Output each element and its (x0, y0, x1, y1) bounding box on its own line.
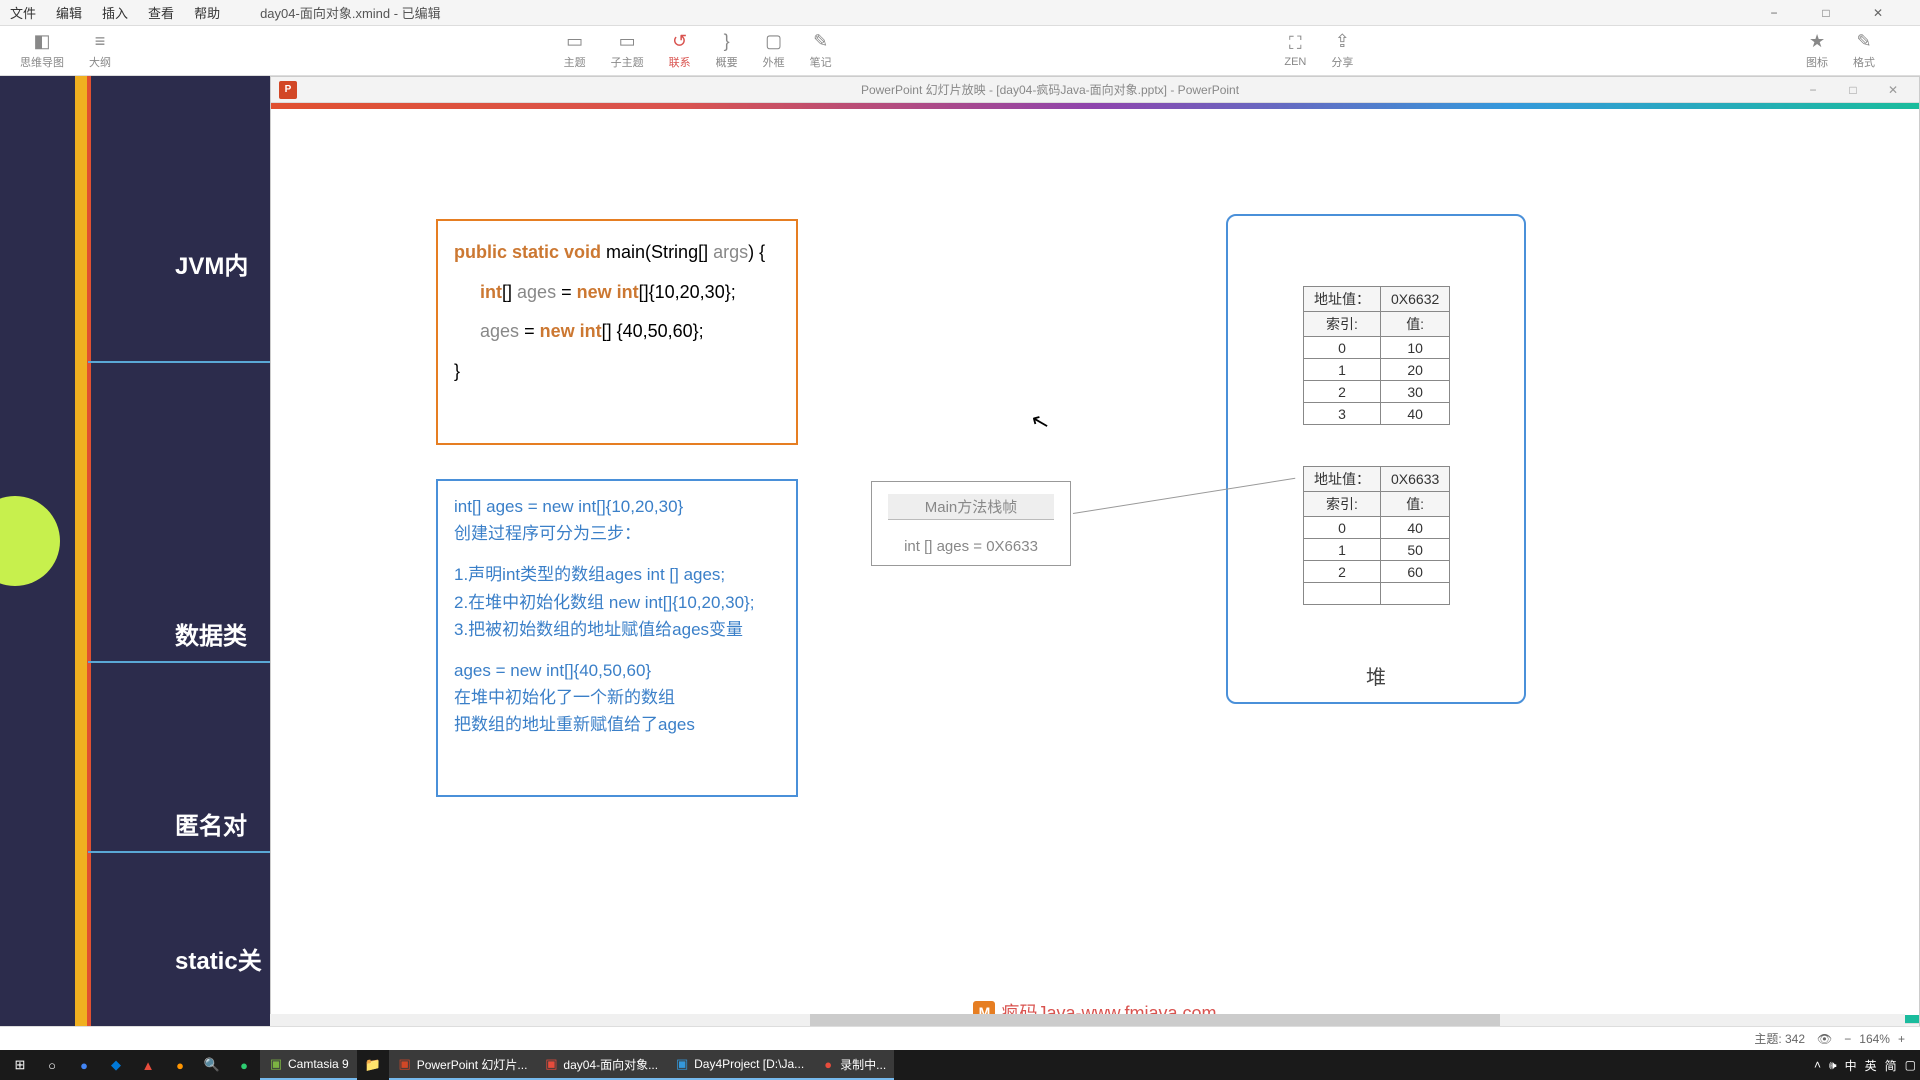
windows-taskbar: ⊞ ○ ● ◆ ▲ ● 🔍 ● ▣Camtasia 9 📁 ▣PowerPoin… (0, 1050, 1920, 1080)
ppt-title: PowerPoint 幻灯片放映 - [day04-疯码Java-面向对象.pp… (305, 81, 1795, 98)
menu-help[interactable]: 帮助 (194, 3, 220, 22)
taskbar-camtasia[interactable]: ▣Camtasia 9 (260, 1050, 357, 1080)
xmind-canvas[interactable]: JVM内 数据类 匿名对 static关 (0, 76, 270, 1050)
system-tray[interactable]: ˄ 🕪 中 英 简 ▢ (1814, 1057, 1916, 1074)
tool-summary[interactable]: }概要 (716, 26, 738, 75)
tool-mindmap[interactable]: ◧思维导图 (20, 26, 64, 75)
tool-icon[interactable]: ★图标 (1806, 26, 1828, 75)
tray-notifications-icon[interactable]: ▢ (1905, 1058, 1916, 1072)
xmind-node-static[interactable]: static关 (175, 941, 262, 976)
explanation-block: int[] ages = new int[]{10,20,30} 创建过程序可分… (436, 479, 798, 797)
mouse-cursor: ↖ (1028, 407, 1053, 437)
zoom-out[interactable]: − (1844, 1032, 1851, 1046)
menu-file[interactable]: 文件 (10, 3, 36, 22)
taskbar-intellij[interactable]: ▣Day4Project [D:\Ja... (666, 1050, 812, 1080)
tool-boundary[interactable]: ▢外框 (763, 26, 785, 75)
heap-table-1: 地址值：0X6632 索引:值: 010 120 230 340 (1303, 286, 1450, 425)
zoom-in[interactable]: + (1898, 1032, 1905, 1046)
xmind-node-jvm[interactable]: JVM内 (175, 246, 248, 281)
horizontal-scrollbar[interactable] (270, 1014, 1905, 1026)
code-block: public static void main(String[] args) {… (436, 219, 798, 445)
ppt-close[interactable]: ✕ (1875, 83, 1911, 97)
zoom-level[interactable]: 164% (1859, 1032, 1890, 1046)
menu-insert[interactable]: 插入 (102, 3, 128, 22)
maximize-button[interactable]: □ (1814, 4, 1838, 22)
window-title: day04-面向对象.xmind - 已编辑 (260, 3, 441, 22)
tool-note[interactable]: ✎笔记 (810, 26, 832, 75)
cortana-button[interactable]: ○ (36, 1050, 68, 1080)
ppt-maximize[interactable]: □ (1835, 83, 1871, 97)
xmind-node-anon[interactable]: 匿名对 (175, 806, 247, 841)
tool-zen[interactable]: ⛶ZEN (1284, 26, 1306, 75)
powerpoint-window: P PowerPoint 幻灯片放映 - [day04-疯码Java-面向对象.… (270, 76, 1920, 1050)
heap-label: 堆 (1228, 661, 1524, 690)
tool-outline[interactable]: ≡大纲 (89, 26, 111, 75)
tray-chevron-icon[interactable]: ˄ (1814, 1058, 1821, 1072)
ime-english[interactable]: 英 (1865, 1057, 1877, 1074)
workspace: JVM内 数据类 匿名对 static关 P PowerPoint 幻灯片放映 … (0, 76, 1920, 1050)
taskbar-chrome[interactable]: ● (68, 1050, 100, 1080)
tool-format[interactable]: ✎格式 (1853, 26, 1875, 75)
menu-edit[interactable]: 编辑 (56, 3, 82, 22)
stack-frame-box: Main方法栈帧 int [] ages = 0X6633 (871, 481, 1071, 566)
menu-view[interactable]: 查看 (148, 3, 174, 22)
taskbar-app1[interactable]: ▲ (132, 1050, 164, 1080)
taskbar-firefox[interactable]: ● (164, 1050, 196, 1080)
xmind-node-data[interactable]: 数据类 (175, 616, 247, 651)
slide-content[interactable]: public static void main(String[] args) {… (271, 109, 1919, 1015)
taskbar-recorder[interactable]: ●录制中... (812, 1050, 894, 1080)
topic-count: 主题: 342 (1754, 1030, 1805, 1047)
menubar: 文件 编辑 插入 查看 帮助 day04-面向对象.xmind - 已编辑 − … (0, 0, 1920, 26)
taskbar-wechat[interactable]: ● (228, 1050, 260, 1080)
taskbar-powerpoint[interactable]: ▣PowerPoint 幻灯片... (389, 1050, 536, 1080)
tool-subtopic[interactable]: ▭子主题 (611, 26, 644, 75)
toolbar: ◧思维导图 ≡大纲 ▭主题 ▭子主题 ↺联系 }概要 ▢外框 ✎笔记 ⛶ZEN … (0, 26, 1920, 76)
start-button[interactable]: ⊞ (4, 1050, 36, 1080)
ppt-titlebar[interactable]: P PowerPoint 幻灯片放映 - [day04-疯码Java-面向对象.… (271, 77, 1919, 103)
tool-topic[interactable]: ▭主题 (564, 26, 586, 75)
powerpoint-icon: P (279, 81, 297, 99)
tool-relation[interactable]: ↺联系 (669, 26, 691, 75)
tray-network-icon[interactable]: 🕪 (1829, 1058, 1837, 1073)
taskbar-search[interactable]: 🔍 (196, 1050, 228, 1080)
heap-box: 地址值：0X6632 索引:值: 010 120 230 340 地址值：0X6… (1226, 214, 1526, 704)
heap-table-2: 地址值：0X6633 索引:值: 040 150 260 (1303, 466, 1450, 605)
ppt-minimize[interactable]: − (1795, 83, 1831, 97)
minimize-button[interactable]: − (1762, 4, 1786, 22)
ime-chinese[interactable]: 中 (1845, 1057, 1857, 1074)
scrollbar-thumb[interactable] (810, 1014, 1500, 1026)
taskbar-xmind[interactable]: ▣day04-面向对象... (535, 1050, 666, 1080)
xmind-statusbar: 主题: 342 👁 − 164% + (0, 1026, 1920, 1050)
xmind-circle-decor (0, 496, 60, 586)
tool-share[interactable]: ⇪分享 (1331, 26, 1353, 75)
eye-icon[interactable]: 👁 (1817, 1032, 1832, 1046)
ime-simplified[interactable]: 简 (1885, 1057, 1897, 1074)
taskbar-explorer[interactable]: 📁 (357, 1050, 389, 1080)
taskbar-edge[interactable]: ◆ (100, 1050, 132, 1080)
close-button[interactable]: ✕ (1866, 4, 1890, 22)
